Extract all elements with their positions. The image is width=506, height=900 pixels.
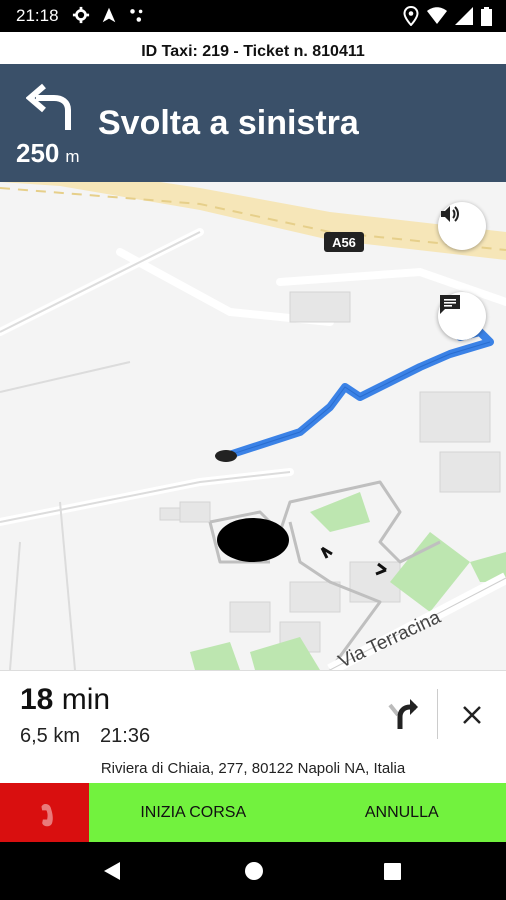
route-distance: 6,5 km <box>20 725 81 747</box>
close-navigation-button[interactable] <box>456 699 488 731</box>
turn-instruction: Svolta a sinistra <box>98 104 359 142</box>
chat-button[interactable] <box>438 292 486 340</box>
route-start-marker <box>215 450 237 462</box>
phone-icon <box>40 803 53 826</box>
status-bar: 21:18 <box>0 0 506 32</box>
turn-left-icon <box>26 83 71 130</box>
start-ride-button[interactable]: INIZIA CORSA <box>89 783 298 842</box>
eta-minutes-unit: min <box>61 683 111 716</box>
trip-actions: INIZIA CORSA ANNULLA <box>89 783 506 842</box>
close-icon <box>463 706 481 724</box>
route-summary: 18 min 6,5 km 21:36 <box>0 670 506 760</box>
turn-distance: 250 m <box>16 138 80 169</box>
signal-icon <box>455 7 473 25</box>
gear-icon <box>72 6 90 24</box>
map-view[interactable]: A56 Via Terracina <box>0 182 506 670</box>
map-highway-label: A56 <box>332 235 356 250</box>
destination-address: Riviera di Chiaia, 277, 80122 Napoli NA,… <box>100 760 406 777</box>
wifi-icon <box>427 7 447 24</box>
home-icon[interactable] <box>244 861 264 881</box>
battery-icon <box>481 6 492 26</box>
ticket-info: ID Taxi: 219 - Ticket n. 810411 <box>0 32 506 64</box>
turn-distance-unit: m <box>65 147 80 166</box>
alternate-routes-button[interactable] <box>386 695 422 731</box>
cancel-button[interactable]: ANNULLA <box>298 783 506 842</box>
call-button[interactable] <box>0 783 89 842</box>
fork-right-icon <box>388 699 418 729</box>
arrival-time: 21:36 <box>100 725 151 747</box>
back-icon[interactable] <box>102 861 122 881</box>
volume-icon <box>441 206 459 222</box>
map-canvas[interactable]: A56 Via Terracina <box>0 182 506 670</box>
system-navigation-bar <box>0 842 506 900</box>
eta-duration: 18 min <box>20 683 110 717</box>
recents-icon[interactable] <box>384 863 401 880</box>
status-time: 21:18 <box>16 6 59 25</box>
eta-details: 6,5 km 21:36 <box>20 725 150 748</box>
action-bar: INIZIA CORSA ANNULLA <box>0 783 506 842</box>
navigation-header: 250 m Svolta a sinistra <box>0 64 506 182</box>
dots-icon <box>130 9 143 22</box>
eta-minutes-value: 18 <box>20 683 54 716</box>
location-icon <box>403 6 419 26</box>
sound-button[interactable] <box>438 202 486 250</box>
current-position-marker <box>217 518 289 562</box>
panel-divider <box>437 689 438 739</box>
turn-distance-value: 250 <box>16 138 60 168</box>
navigation-arrow-icon <box>102 7 116 23</box>
chat-icon <box>440 295 460 314</box>
